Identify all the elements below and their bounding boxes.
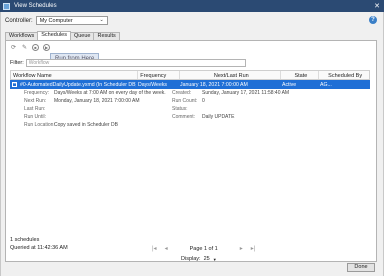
last-run-label: Last Run:	[24, 106, 46, 112]
column-header-scheduled-by[interactable]: Scheduled By	[319, 71, 369, 79]
prev-page-icon[interactable]: ◂	[165, 245, 168, 252]
chevron-down-icon[interactable]: ▼	[213, 257, 217, 262]
detail-next-run: Next Run: Monday, January 18, 2021 7:00:0…	[24, 98, 140, 104]
next-run-value: Monday, January 18, 2021 7:00:00 AM	[54, 98, 140, 104]
comment-label: Comment:	[172, 114, 196, 120]
detail-run-until: Run Until:	[24, 114, 54, 120]
controller-label: Controller:	[5, 17, 33, 24]
tab-results[interactable]: Results	[93, 32, 120, 40]
detail-frequency: Frequency: Days/Weeks at 7:00 AM on every…	[24, 90, 166, 96]
schedule-count: 1 schedules	[10, 237, 40, 243]
next-page-icon[interactable]: ▸	[240, 245, 243, 252]
run-location-label: Run Location:	[24, 122, 55, 128]
table-row[interactable]: − #0-AutomatedDailyUpdate.yxmd (In Sched…	[10, 80, 370, 89]
edit-icon[interactable]: ✎	[21, 44, 28, 51]
refresh-icon[interactable]: ⟳	[10, 44, 17, 51]
filter-label: Filter:	[10, 60, 24, 66]
page-indicator: Page 1 of 1	[189, 245, 218, 252]
tab-workflows[interactable]: Workflows	[5, 32, 39, 40]
title-bar: View Schedules ✕	[0, 0, 384, 12]
column-header-workflow-name[interactable]: Workflow Name	[11, 71, 139, 79]
window-title: View Schedules	[14, 3, 57, 9]
display-select[interactable]: 25	[204, 256, 210, 262]
run-icon[interactable]: ▶	[43, 44, 50, 51]
collapse-icon[interactable]: −	[12, 82, 17, 87]
column-header-frequency[interactable]: Frequency	[138, 71, 181, 79]
frequency-label: Frequency:	[24, 90, 50, 96]
dialog-window: Controller: My Computer ⌄ ? Workflows Sc…	[0, 12, 384, 276]
run-until-label: Run Until:	[24, 114, 46, 120]
filter-input[interactable]	[25, 59, 246, 67]
cell-state: Active	[282, 81, 297, 88]
cell-scheduled-by: AG...	[320, 81, 332, 88]
detail-run-count: Run Count: 0	[172, 98, 205, 104]
column-header-state[interactable]: State	[281, 71, 320, 79]
chevron-down-icon: ⌄	[99, 17, 104, 23]
pager: |◂ ◂ Page 1 of 1 ▸ ▸|	[152, 245, 256, 253]
run-location-value: Copy saved in Scheduler DB	[54, 122, 118, 128]
grid-header: Workflow Name Frequency Next/Last Run St…	[10, 70, 370, 80]
close-window-button[interactable]: ✕	[370, 2, 384, 10]
stop-icon[interactable]: ■	[32, 44, 39, 51]
last-page-icon[interactable]: ▸|	[251, 245, 256, 252]
status-label: Status:	[172, 106, 188, 112]
run-count-value: 0	[202, 98, 205, 104]
tab-queue[interactable]: Queue	[69, 32, 95, 40]
detail-last-run: Last Run:	[24, 106, 54, 112]
next-run-label: Next Run:	[24, 98, 47, 104]
detail-comment: Comment: Daily UPDATE	[172, 114, 234, 120]
comment-value: Daily UPDATE	[202, 114, 235, 120]
run-count-label: Run Count:	[172, 98, 198, 104]
cell-next-last-run: January 18, 2021 7:00:00 AM	[180, 81, 248, 88]
display-label: Display:	[181, 256, 201, 262]
controller-row: Controller: My Computer ⌄	[5, 16, 108, 25]
tab-schedules[interactable]: Schedules	[37, 31, 71, 40]
toolbar: ⟳ ✎ ■ ▶	[10, 44, 50, 51]
detail-status: Status:	[172, 106, 202, 112]
detail-created: Created: Sunday, January 17, 2021 11:58:4…	[172, 90, 289, 96]
first-page-icon[interactable]: |◂	[152, 245, 157, 252]
created-value: Sunday, January 17, 2021 11:58:40 AM	[202, 90, 290, 96]
column-header-next-last-run[interactable]: Next/Last Run	[180, 71, 282, 79]
frequency-value: Days/Weeks at 7:00 AM on every day of th…	[54, 90, 166, 96]
created-label: Created:	[172, 90, 192, 96]
filter-row: Filter:	[10, 59, 246, 67]
help-icon[interactable]: ?	[369, 16, 377, 24]
cell-frequency: Days/Weeks	[138, 81, 168, 88]
controller-value: My Computer	[39, 17, 73, 24]
cell-workflow-name: #0-AutomatedDailyUpdate.yxmd (In Schedul…	[20, 81, 136, 88]
app-icon	[3, 2, 10, 10]
controller-select[interactable]: My Computer ⌄	[35, 16, 108, 25]
detail-run-location: Run Location:Copy saved in Scheduler DB	[24, 122, 118, 128]
queried-at: Queried at 11:42:36 AM	[10, 245, 68, 251]
done-button[interactable]: Done	[347, 263, 375, 272]
schedules-panel: ⟳ ✎ ■ ▶ Run from Here Filter: Workflow N…	[5, 40, 377, 262]
display-row: Display: 25 ▼	[181, 256, 217, 262]
